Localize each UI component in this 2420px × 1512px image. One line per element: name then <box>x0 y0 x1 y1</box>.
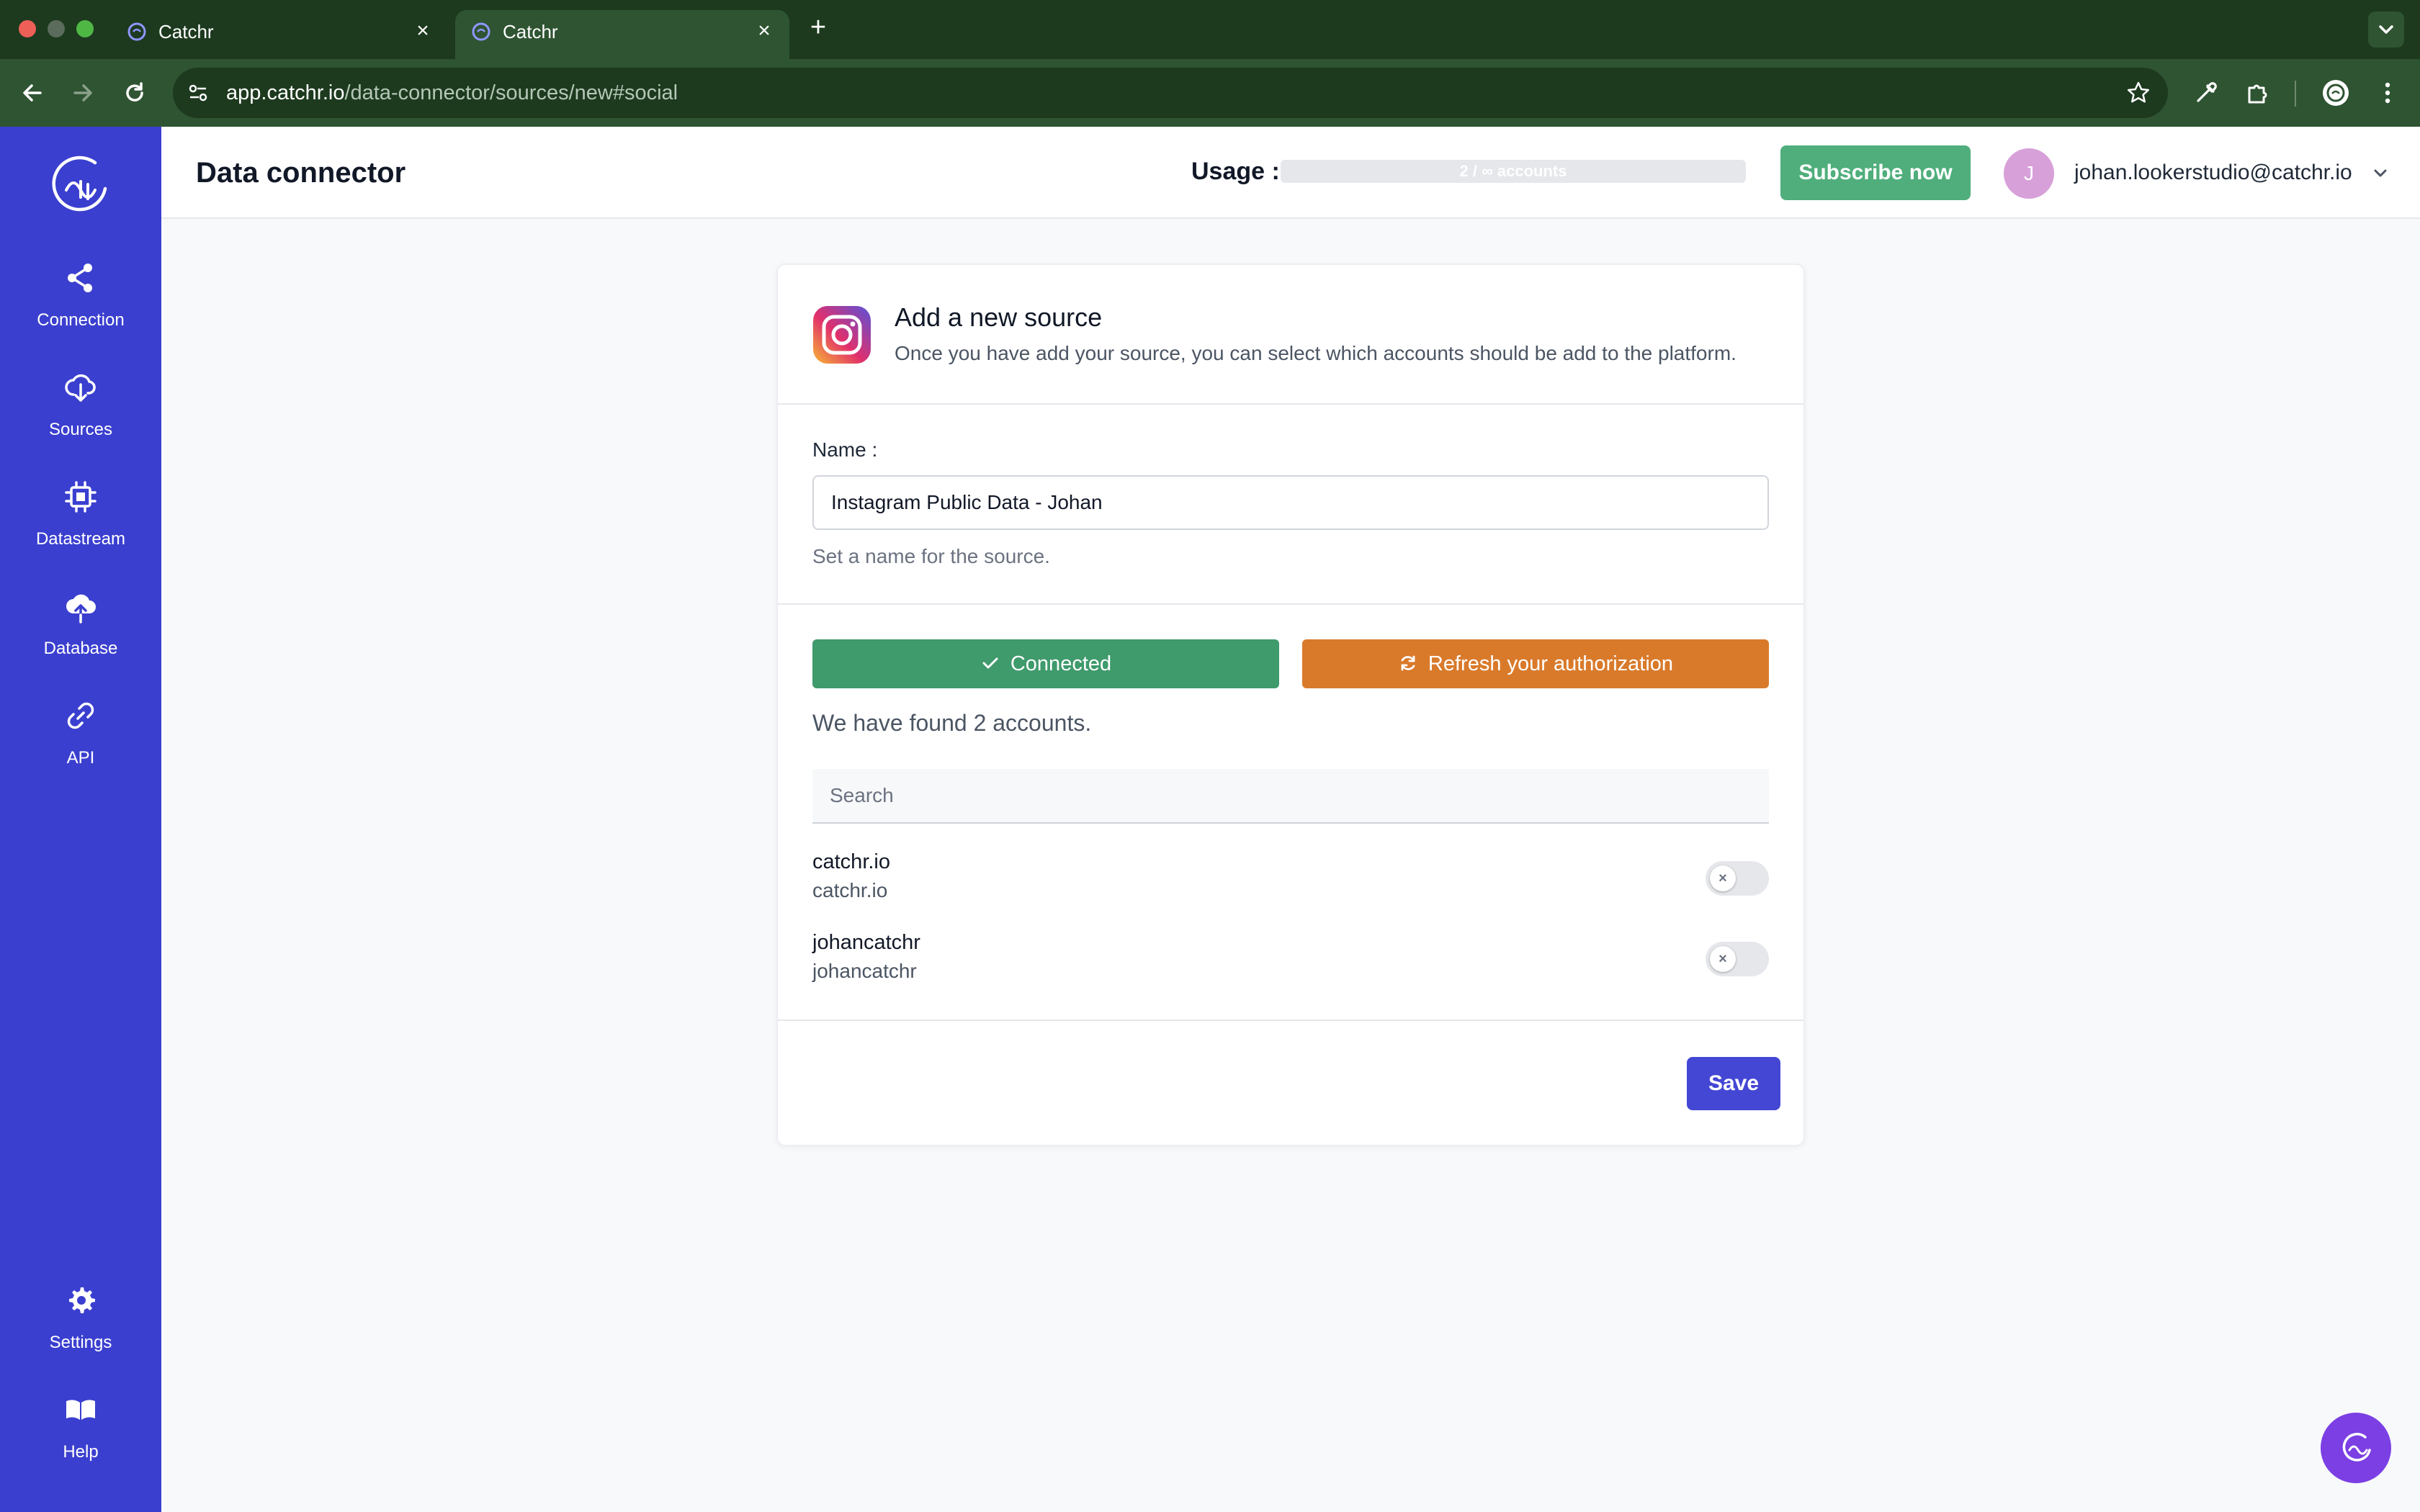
close-icon: × <box>1710 946 1736 972</box>
accounts-found-text: We have found 2 accounts. <box>812 710 1092 736</box>
url-path: /data-connector/sources/new#social <box>344 81 678 104</box>
browser-tab-bar: Catchr × Catchr × + <box>0 0 2420 59</box>
chip-icon <box>65 481 97 513</box>
extensions-puzzle-icon[interactable] <box>2240 75 2276 111</box>
source-name-input[interactable] <box>812 475 1769 530</box>
usage-label: Usage : <box>1191 158 1280 185</box>
sidebar-item-label: Sources <box>48 420 113 439</box>
sidebar-item-help[interactable]: Help <box>0 1391 161 1485</box>
user-email[interactable]: johan.lookerstudio@catchr.io <box>2074 157 2352 189</box>
address-bar[interactable]: app.catchr.io/data-connector/sources/new… <box>173 68 2168 118</box>
page-title: Data connector <box>196 157 406 189</box>
account-toggle[interactable]: × <box>1706 942 1769 976</box>
tab-search-button[interactable] <box>2368 12 2404 48</box>
url-text: app.catchr.io/data-connector/sources/new… <box>226 79 678 107</box>
card-title: Add a new source <box>895 302 1103 332</box>
catchr-logo-icon[interactable] <box>45 153 117 217</box>
bookmark-star-icon[interactable] <box>2125 79 2152 107</box>
check-icon <box>982 657 998 669</box>
catchr-favicon-icon <box>472 22 490 41</box>
browser-toolbar: app.catchr.io/data-connector/sources/new… <box>0 59 2420 127</box>
account-username: catchr.io <box>812 879 888 901</box>
sidebar: Connection Sources Datastream Database A… <box>0 127 161 1512</box>
sidebar-item-label: API <box>66 748 95 768</box>
maximize-window-button[interactable] <box>76 20 94 37</box>
sidebar-item-datastream[interactable]: Datastream <box>0 478 161 572</box>
list-item: catchr.io catchr.io × <box>812 848 1769 913</box>
sidebar-item-label: Datastream <box>35 529 126 549</box>
divider <box>778 403 1803 405</box>
instagram-icon <box>813 306 871 364</box>
usage-progress-bar: 2 / ∞ accounts <box>1281 160 1746 183</box>
eyedropper-icon[interactable] <box>2188 75 2224 111</box>
name-label: Name : <box>812 438 878 461</box>
toolbar-separator <box>2295 81 2296 107</box>
refresh-label: Refresh your authorization <box>1428 652 1674 675</box>
sidebar-item-api[interactable]: API <box>0 697 161 791</box>
cloud-upload-icon <box>66 594 96 624</box>
chat-logo-icon <box>2342 1433 2371 1462</box>
reload-icon[interactable] <box>117 75 153 111</box>
tab-title: Catchr <box>503 21 558 42</box>
chevron-down-icon <box>2379 25 2393 34</box>
card-description: Once you have add your source, you can s… <box>895 342 1736 364</box>
profile-avatar-icon[interactable] <box>2318 75 2354 111</box>
cloud-download-icon <box>65 374 96 402</box>
usage-text: 2 / ∞ accounts <box>1459 162 1567 180</box>
divider <box>778 1020 1803 1021</box>
divider <box>778 603 1803 605</box>
account-username: johancatchr <box>812 960 917 982</box>
sidebar-item-connection[interactable]: Connection <box>0 259 161 353</box>
chat-widget-button[interactable] <box>2321 1413 2391 1483</box>
add-source-card: Add a new source Once you have add your … <box>776 264 1805 1146</box>
sidebar-item-label: Connection <box>37 310 125 330</box>
refresh-authorization-button[interactable]: Refresh your authorization <box>1302 639 1769 688</box>
url-host: app.catchr.io <box>226 81 345 104</box>
app-header: Data connector Usage : 2 / ∞ accounts Su… <box>161 127 2420 219</box>
sidebar-item-label: Help <box>63 1442 99 1462</box>
sidebar-item-sources[interactable]: Sources <box>0 369 161 462</box>
close-icon: × <box>1710 865 1736 891</box>
catchr-favicon-icon <box>127 22 146 41</box>
account-name: catchr.io <box>812 850 890 873</box>
close-icon[interactable]: × <box>411 19 435 43</box>
connected-button[interactable]: Connected <box>812 639 1279 688</box>
sidebar-item-settings[interactable]: Settings <box>0 1282 161 1375</box>
sidebar-item-database[interactable]: Database <box>0 588 161 681</box>
avatar[interactable]: J <box>2004 148 2054 199</box>
close-icon[interactable]: × <box>752 19 776 43</box>
close-window-button[interactable] <box>19 20 36 37</box>
site-settings-icon[interactable] <box>186 81 210 105</box>
sidebar-item-label: Settings <box>49 1333 112 1352</box>
save-button[interactable]: Save <box>1687 1057 1780 1110</box>
account-toggle[interactable]: × <box>1706 861 1769 896</box>
link-icon <box>67 702 94 729</box>
tab-title: Catchr <box>158 21 214 42</box>
browser-tab-1[interactable]: Catchr × <box>111 10 448 59</box>
list-item: johancatchr johancatchr × <box>812 929 1769 994</box>
book-icon <box>66 1400 95 1420</box>
minimize-window-button[interactable] <box>48 20 65 37</box>
account-name: johancatchr <box>812 931 920 954</box>
share-icon <box>68 264 92 292</box>
refresh-icon <box>1401 655 1415 671</box>
back-arrow-icon[interactable] <box>14 75 50 111</box>
more-menu-icon[interactable] <box>2370 75 2406 111</box>
sidebar-item-label: Database <box>43 639 118 658</box>
forward-arrow-icon[interactable] <box>65 75 101 111</box>
subscribe-button[interactable]: Subscribe now <box>1780 145 1971 200</box>
browser-tab-2[interactable]: Catchr × <box>455 10 789 59</box>
gear-icon <box>69 1287 95 1313</box>
account-search-input[interactable] <box>812 769 1769 824</box>
name-help-text: Set a name for the source. <box>812 545 1050 567</box>
plus-icon[interactable]: + <box>804 13 833 42</box>
connected-label: Connected <box>1010 652 1112 675</box>
chevron-down-icon[interactable] <box>2370 163 2391 184</box>
